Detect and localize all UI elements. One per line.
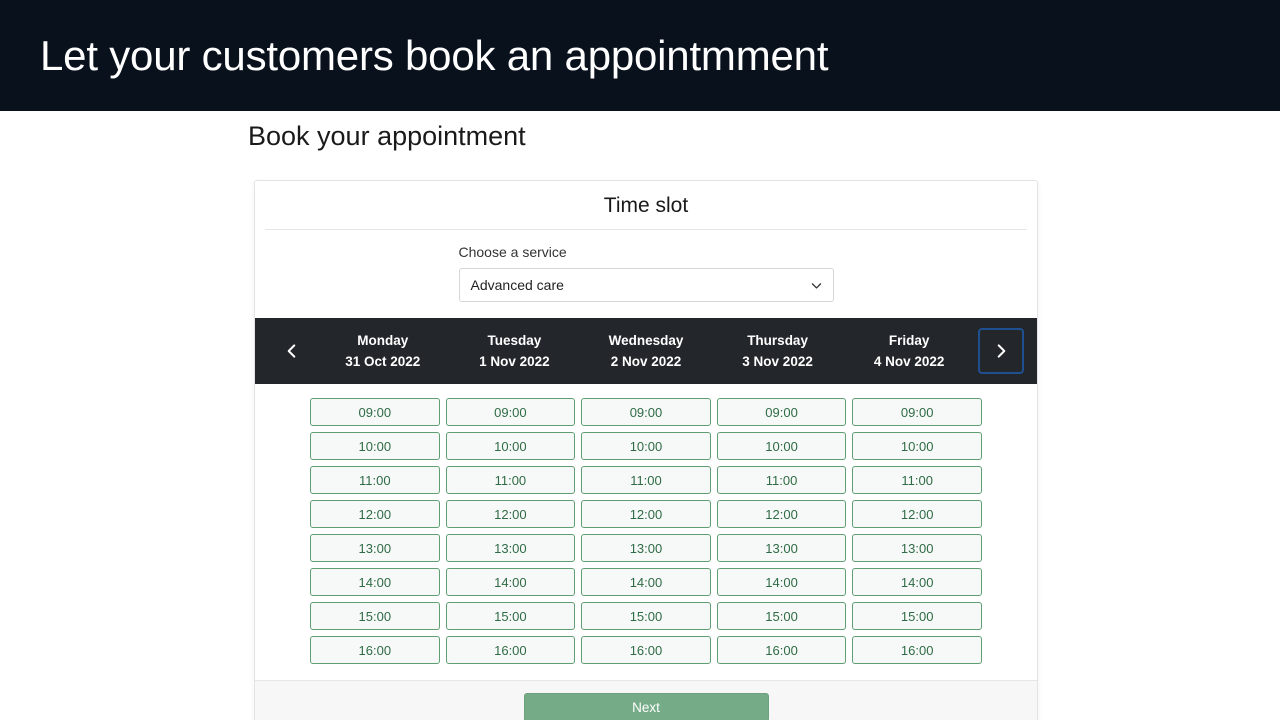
time-slot-button[interactable]: 14:00	[310, 568, 440, 597]
time-slot-button[interactable]: 09:00	[716, 398, 847, 427]
day-name: Friday	[888, 332, 930, 348]
prev-week-button[interactable]	[265, 326, 317, 376]
time-slot-button[interactable]: 14:00	[581, 568, 711, 597]
site-header-title: Let your customers book an appointmment	[40, 31, 829, 79]
service-label: Choose a service	[458, 244, 567, 261]
time-slot-button[interactable]: 15:00	[310, 602, 440, 631]
time-slot-button[interactable]: 10:00	[852, 432, 982, 461]
time-slot-button[interactable]: 12:00	[716, 500, 847, 529]
time-slot-button[interactable]: 15:00	[445, 602, 576, 631]
day-date: 31 Oct 2022	[345, 354, 421, 370]
time-slot-button[interactable]: 12:00	[445, 500, 576, 529]
service-select-wrap: Advanced care	[458, 268, 834, 303]
day-date: 1 Nov 2022	[479, 354, 550, 370]
slot-column-tuesday: 09:00 10:00 11:00 12:00 13:00 14:00 15:00 16:00	[443, 398, 579, 665]
day-header-wednesday: Wednesday 2 Nov 2022	[580, 318, 712, 384]
time-slot-button[interactable]: 16:00	[716, 636, 847, 665]
day-date: 4 Nov 2022	[873, 354, 945, 370]
day-header-friday: Friday 4 Nov 2022	[843, 318, 975, 384]
card-title-wrap: Time slot	[255, 181, 1037, 229]
site-header: Let your customers book an appointmment	[0, 0, 1280, 111]
time-slot-button[interactable]: 11:00	[852, 466, 982, 495]
time-slot-button[interactable]: 15:00	[581, 602, 711, 631]
time-slot-button[interactable]: 12:00	[852, 500, 982, 529]
chevron-left-icon	[284, 341, 299, 361]
time-slot-button[interactable]: 10:00	[445, 432, 576, 461]
time-slot-button[interactable]: 13:00	[716, 534, 847, 563]
time-slot-button[interactable]: 14:00	[445, 568, 576, 597]
time-slot-button[interactable]: 13:00	[581, 534, 711, 563]
service-block: Choose a service Advanced care	[255, 230, 1037, 318]
time-slot-button[interactable]: 16:00	[581, 636, 711, 665]
time-slot-button[interactable]: 09:00	[852, 398, 982, 427]
time-slots-area: 09:00 10:00 11:00 12:00 13:00 14:00 15:00 16:00…	[255, 384, 1037, 681]
day-columns: Monday 31 Oct 2022 Tuesday 1 Nov 2022 Wednes…	[317, 318, 975, 384]
time-slot-button[interactable]: 10:00	[716, 432, 847, 461]
card-title: Time slot	[603, 194, 689, 217]
day-header-monday: Monday 31 Oct 2022	[317, 318, 449, 384]
time-slot-button[interactable]: 10:00	[310, 432, 440, 461]
slot-column-wednesday: 09:00 10:00 11:00 12:00 13:00 14:00 15:00 16:00	[578, 398, 714, 665]
time-slot-button[interactable]: 12:00	[310, 500, 440, 529]
day-date: 2 Nov 2022	[610, 354, 682, 370]
next-button[interactable]: Next	[523, 693, 769, 720]
time-slot-button[interactable]: 14:00	[852, 568, 982, 597]
day-name: Thursday	[747, 332, 808, 348]
time-slot-button[interactable]: 09:00	[445, 398, 576, 427]
day-date: 3 Nov 2022	[742, 354, 813, 370]
card-footer: Next	[255, 680, 1037, 720]
day-name: Monday	[357, 332, 409, 348]
page-title: Book your appointment	[248, 121, 526, 151]
time-slot-button[interactable]: 12:00	[581, 500, 711, 529]
time-slot-button[interactable]: 11:00	[445, 466, 576, 495]
page-body: Book your appointment Time slot Choose a…	[0, 111, 1280, 720]
time-slot-button[interactable]: 09:00	[581, 398, 711, 427]
time-slot-button[interactable]: 15:00	[852, 602, 982, 631]
time-slot-button[interactable]: 13:00	[310, 534, 440, 563]
time-slot-button[interactable]: 16:00	[310, 636, 440, 665]
day-navigation-bar: Monday 31 Oct 2022 Tuesday 1 Nov 2022 Wednes…	[255, 318, 1037, 385]
chevron-right-icon	[994, 341, 1009, 361]
day-header-tuesday: Tuesday 1 Nov 2022	[449, 318, 581, 384]
time-slot-button[interactable]: 16:00	[852, 636, 982, 665]
time-slots-grid: 09:00 10:00 11:00 12:00 13:00 14:00 15:00 16:00…	[265, 398, 1027, 665]
time-slot-button[interactable]: 10:00	[581, 432, 711, 461]
time-slot-button[interactable]: 11:00	[716, 466, 847, 495]
booking-card: Time slot Choose a service Advanced care	[254, 180, 1038, 720]
time-slot-button[interactable]: 16:00	[445, 636, 576, 665]
time-slot-button[interactable]: 14:00	[716, 568, 847, 597]
service-select[interactable]: Advanced care	[458, 268, 834, 303]
slot-column-friday: 09:00 10:00 11:00 12:00 13:00 14:00 15:00 16:00	[849, 398, 985, 665]
time-slot-button[interactable]: 11:00	[310, 466, 440, 495]
slot-column-monday: 09:00 10:00 11:00 12:00 13:00 14:00 15:00 16:00	[307, 398, 443, 665]
day-header-thursday: Thursday 3 Nov 2022	[712, 318, 844, 384]
time-slot-button[interactable]: 09:00	[310, 398, 440, 427]
day-name: Wednesday	[608, 332, 684, 348]
next-week-button[interactable]	[978, 328, 1024, 375]
slot-column-thursday: 09:00 10:00 11:00 12:00 13:00 14:00 15:00 16:00	[714, 398, 850, 665]
time-slot-button[interactable]: 13:00	[445, 534, 576, 563]
time-slot-button[interactable]: 11:00	[581, 466, 711, 495]
time-slot-button[interactable]: 13:00	[852, 534, 982, 563]
time-slot-button[interactable]: 15:00	[716, 602, 847, 631]
day-name: Tuesday	[487, 332, 542, 348]
